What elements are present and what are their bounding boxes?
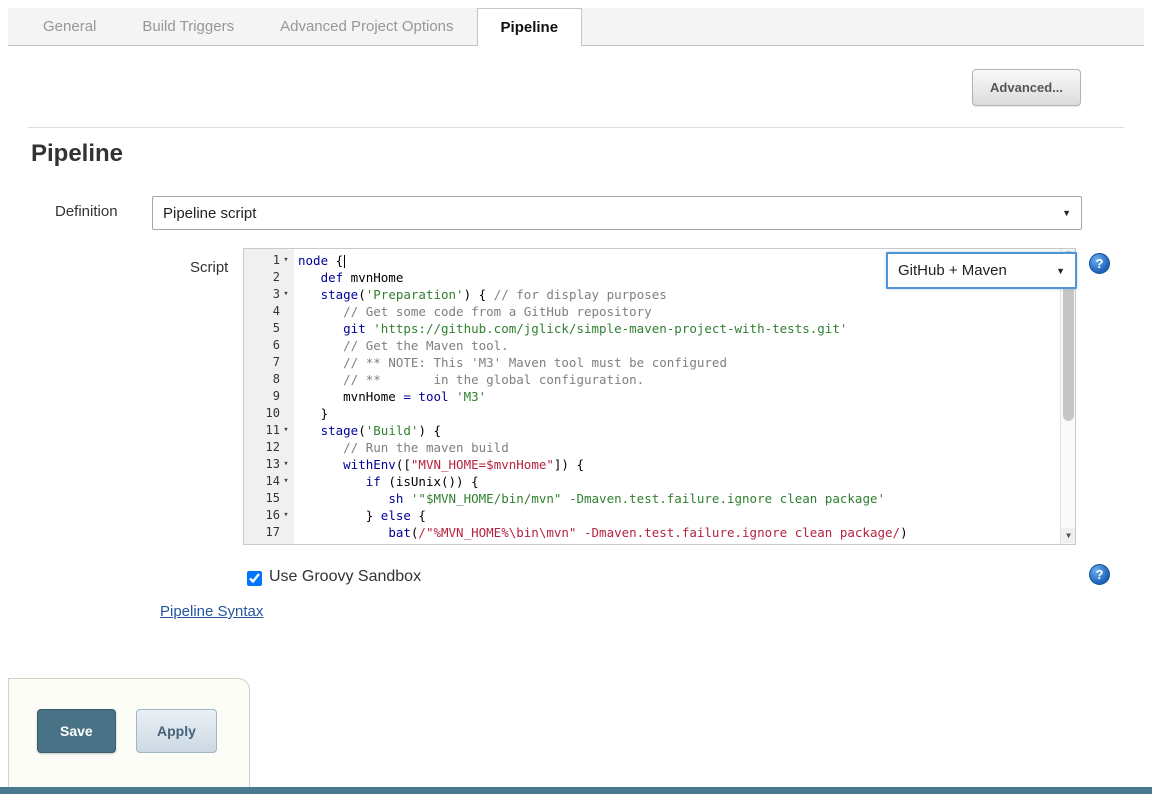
sample-select-value: GitHub + Maven bbox=[898, 262, 1007, 279]
chevron-down-icon: ▼ bbox=[1062, 208, 1071, 218]
line-number: 14 bbox=[266, 473, 280, 490]
line-number: 2 bbox=[273, 269, 280, 286]
definition-select[interactable]: Pipeline script ▼ bbox=[152, 196, 1082, 230]
code-line: withEnv(["MVN_HOME=$mvnHome"]) { bbox=[298, 456, 1060, 473]
line-number: 13 bbox=[266, 456, 280, 473]
gutter-line: 14▾ bbox=[244, 473, 294, 490]
fold-toggle-icon[interactable]: ▾ bbox=[280, 286, 292, 303]
line-number: 8 bbox=[273, 371, 280, 388]
line-number: 4 bbox=[273, 303, 280, 320]
line-number: 6 bbox=[273, 337, 280, 354]
gutter-line: 13▾ bbox=[244, 456, 294, 473]
tab-build-triggers[interactable]: Build Triggers bbox=[119, 8, 257, 45]
tab-general[interactable]: General bbox=[20, 8, 119, 45]
line-number: 3 bbox=[273, 286, 280, 303]
code-line: // Get the Maven tool. bbox=[298, 337, 1060, 354]
section-divider bbox=[28, 127, 1124, 128]
fold-toggle-icon[interactable]: ▾ bbox=[280, 473, 292, 490]
line-number: 11 bbox=[266, 422, 280, 439]
scroll-down-button[interactable]: ▼ bbox=[1061, 528, 1076, 543]
tab-bar: GeneralBuild TriggersAdvanced Project Op… bbox=[8, 8, 1144, 46]
gutter-line: 9 bbox=[244, 388, 294, 405]
line-number: 9 bbox=[273, 388, 280, 405]
script-label: Script bbox=[190, 259, 228, 276]
gutter-line: 17 bbox=[244, 524, 294, 541]
gutter-line: 10 bbox=[244, 405, 294, 422]
help-icon-script[interactable]: ? bbox=[1089, 253, 1110, 274]
editor-code[interactable]: node { def mvnHome stage('Preparation') … bbox=[294, 249, 1060, 544]
code-line: // ** NOTE: This 'M3' Maven tool must be… bbox=[298, 354, 1060, 371]
fold-toggle-icon[interactable]: ▾ bbox=[280, 252, 292, 269]
pipeline-syntax-link[interactable]: Pipeline Syntax bbox=[160, 603, 263, 620]
tab-pipeline[interactable]: Pipeline bbox=[477, 8, 583, 46]
gutter-line: 3▾ bbox=[244, 286, 294, 303]
code-line: // ** in the global configuration. bbox=[298, 371, 1060, 388]
code-line: bat(/"%MVN_HOME%\bin\mvn" -Dmaven.test.f… bbox=[298, 524, 1060, 541]
definition-label: Definition bbox=[55, 203, 118, 220]
line-number: 16 bbox=[266, 507, 280, 524]
help-icon-sandbox[interactable]: ? bbox=[1089, 564, 1110, 585]
line-number: 10 bbox=[266, 405, 280, 422]
code-line: mvnHome = tool 'M3' bbox=[298, 388, 1060, 405]
bottom-button-panel: Save Apply bbox=[8, 678, 250, 787]
code-line: } bbox=[298, 405, 1060, 422]
sandbox-label: Use Groovy Sandbox bbox=[269, 568, 421, 586]
gutter-line: 16▾ bbox=[244, 507, 294, 524]
text-cursor bbox=[344, 255, 345, 268]
tab-advanced-project-options[interactable]: Advanced Project Options bbox=[257, 8, 476, 45]
page-title: Pipeline bbox=[31, 140, 123, 168]
gutter-line: 12 bbox=[244, 439, 294, 456]
definition-select-value: Pipeline script bbox=[163, 205, 256, 222]
gutter-line: 2 bbox=[244, 269, 294, 286]
sample-script-select[interactable]: GitHub + Maven ▼ bbox=[886, 252, 1077, 289]
code-line: // Run the maven build bbox=[298, 439, 1060, 456]
line-number: 12 bbox=[266, 439, 280, 456]
gutter-line: 5 bbox=[244, 320, 294, 337]
fold-toggle-icon[interactable]: ▾ bbox=[280, 456, 292, 473]
sandbox-checkbox[interactable] bbox=[247, 571, 262, 586]
line-number: 15 bbox=[266, 490, 280, 507]
code-line: // Get some code from a GitHub repositor… bbox=[298, 303, 1060, 320]
line-number: 1 bbox=[273, 252, 280, 269]
chevron-down-icon: ▼ bbox=[1056, 266, 1065, 276]
gutter-line: 1▾ bbox=[244, 252, 294, 269]
gutter-line: 11▾ bbox=[244, 422, 294, 439]
fold-toggle-icon[interactable]: ▾ bbox=[280, 507, 292, 524]
advanced-button[interactable]: Advanced... bbox=[972, 69, 1081, 106]
code-line: stage('Build') { bbox=[298, 422, 1060, 439]
save-button[interactable]: Save bbox=[37, 709, 116, 753]
gutter-line: 15 bbox=[244, 490, 294, 507]
footer-bar bbox=[0, 787, 1152, 794]
code-line: sh '"$MVN_HOME/bin/mvn" -Dmaven.test.fai… bbox=[298, 490, 1060, 507]
gutter-line: 6 bbox=[244, 337, 294, 354]
editor-scrollbar[interactable]: ▼ bbox=[1060, 249, 1075, 544]
gutter-line: 8 bbox=[244, 371, 294, 388]
code-line: } else { bbox=[298, 507, 1060, 524]
gutter-line: 4 bbox=[244, 303, 294, 320]
code-line: git 'https://github.com/jglick/simple-ma… bbox=[298, 320, 1060, 337]
script-editor[interactable]: 1▾23▾4567891011▾1213▾14▾1516▾17 node { d… bbox=[243, 248, 1076, 545]
apply-button[interactable]: Apply bbox=[136, 709, 217, 753]
gutter-line: 7 bbox=[244, 354, 294, 371]
fold-toggle-icon[interactable]: ▾ bbox=[280, 422, 292, 439]
editor-gutter: 1▾23▾4567891011▾1213▾14▾1516▾17 bbox=[244, 249, 294, 544]
code-line: if (isUnix()) { bbox=[298, 473, 1060, 490]
line-number: 5 bbox=[273, 320, 280, 337]
line-number: 7 bbox=[273, 354, 280, 371]
line-number: 17 bbox=[266, 524, 280, 541]
